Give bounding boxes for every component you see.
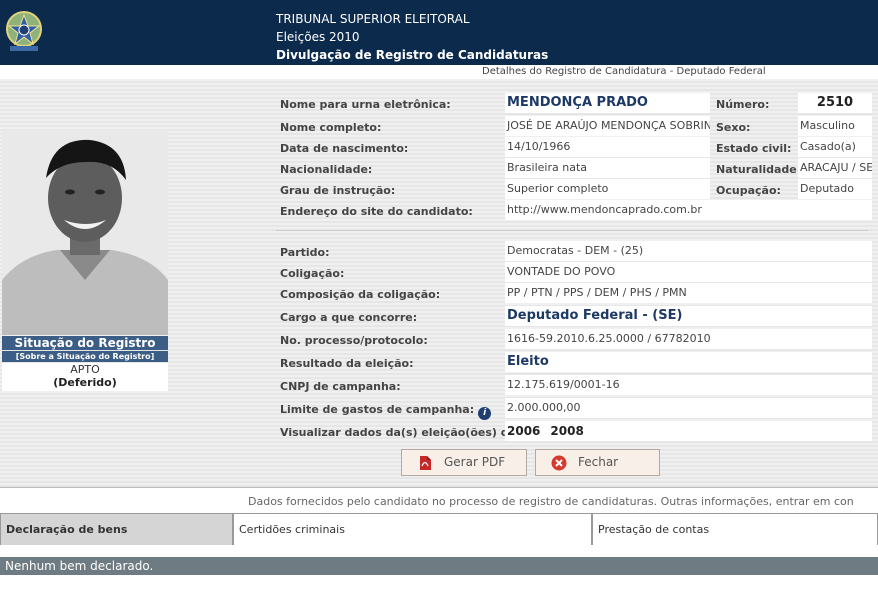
occupation-label: Ocupação: xyxy=(716,184,781,197)
data-source-note: Dados fornecidos pelo candidato no proce… xyxy=(248,495,854,508)
view-elections-label: Visualizar dados da(s) eleição(ões) de: xyxy=(280,426,521,439)
birth-date-value: 14/10/1966 xyxy=(505,137,710,157)
occupation-value: Deputado xyxy=(798,179,872,199)
header-line-1: TRIBUNAL SUPERIOR ELEITORAL xyxy=(276,12,470,26)
sex-value: Masculino xyxy=(798,116,872,136)
registration-status-link[interactable]: [Sobre a Situação do Registro] xyxy=(2,351,168,362)
nationality-value: Brasileira nata xyxy=(505,158,710,178)
full-name-label: Nome completo: xyxy=(280,121,382,134)
no-assets-message: Nenhum bem declarado. xyxy=(0,557,878,575)
header-banner: TRIBUNAL SUPERIOR ELEITORAL Eleições 201… xyxy=(0,0,878,65)
tab-asset-declaration[interactable]: Declaração de bens xyxy=(0,513,233,545)
coalition-composition-value: PP / PTN / PPS / DEM / PHS / PMN xyxy=(505,283,872,303)
election-result-label: Resultado da eleição: xyxy=(280,357,414,370)
election-result-value: Eleito xyxy=(505,352,872,372)
office-value: Deputado Federal - (SE) xyxy=(505,306,872,326)
website-value: http://www.mendoncaprado.com.br xyxy=(505,200,872,220)
full-name-value: JOSÉ DE ARAÚJO MENDONÇA SOBRINHO xyxy=(505,116,710,136)
process-number-label: No. processo/protocolo: xyxy=(280,334,428,347)
nationality-label: Nacionalidade: xyxy=(280,163,373,176)
party-value: Democratas - DEM - (25) xyxy=(505,241,872,261)
close-icon xyxy=(551,455,567,471)
close-label: Fechar xyxy=(578,455,619,469)
registration-status-title: Situação do Registro xyxy=(2,336,168,350)
footer-divider xyxy=(0,487,878,488)
cnpj-label: CNPJ de campanha: xyxy=(280,380,401,393)
ballot-name-value: MENDONÇA PRADO xyxy=(505,93,710,113)
details-tabs: Declaração de bens Certidões criminais P… xyxy=(0,513,878,545)
generate-pdf-label: Gerar PDF xyxy=(444,455,506,469)
spending-limit-label: Limite de gastos de campanha: i xyxy=(280,403,492,420)
tab-criminal-certificates[interactable]: Certidões criminais xyxy=(233,513,592,545)
info-icon[interactable]: i xyxy=(478,407,492,420)
birth-date-label: Data de nascimento: xyxy=(280,142,409,155)
cnpj-value: 12.175.619/0001-16 xyxy=(505,375,872,395)
education-value: Superior completo xyxy=(505,179,710,199)
party-label: Partido: xyxy=(280,246,330,259)
website-label: Endereço do site do candidato: xyxy=(280,205,473,218)
tab-accounts[interactable]: Prestação de contas xyxy=(592,513,878,545)
spending-limit-value: 2.000.000,00 xyxy=(505,398,872,418)
header-line-2: Eleições 2010 xyxy=(276,30,360,44)
birthplace-value: ARACAJU / SE xyxy=(798,158,872,178)
coat-of-arms-icon xyxy=(6,11,42,51)
generate-pdf-button[interactable]: Gerar PDF xyxy=(401,449,527,476)
subtitle-text: Detalhes do Registro de Candidatura - De… xyxy=(482,66,766,77)
registration-status: APTO (Deferido) xyxy=(2,363,168,391)
process-number-value: 1616-59.2010.6.25.0000 / 67782010 xyxy=(505,329,872,349)
close-button[interactable]: Fechar xyxy=(535,449,660,476)
coalition-label: Coligação: xyxy=(280,267,345,280)
header-line-3: Divulgação de Registro de Candidaturas xyxy=(276,48,549,62)
number-label: Número: xyxy=(716,98,770,111)
coalition-composition-label: Composição da coligação: xyxy=(280,288,441,301)
year-link-2006[interactable]: 2006 xyxy=(507,424,540,438)
status-detail: (Deferido) xyxy=(53,376,117,389)
year-link-2008[interactable]: 2008 xyxy=(550,424,583,438)
marital-status-value: Casado(a) xyxy=(798,137,872,157)
pdf-icon xyxy=(420,456,431,470)
candidate-photo xyxy=(2,130,168,335)
coalition-value: VONTADE DO POVO xyxy=(505,262,872,282)
section-divider xyxy=(276,230,868,231)
marital-status-label: Estado civil: xyxy=(716,142,792,155)
number-value: 2510 xyxy=(798,93,872,113)
status-value: APTO xyxy=(70,363,100,376)
election-years: 2006 2008 xyxy=(505,421,872,441)
spending-limit-label-text: Limite de gastos de campanha: xyxy=(280,403,475,416)
ballot-name-label: Nome para urna eletrônica: xyxy=(280,98,451,111)
sex-label: Sexo: xyxy=(716,121,751,134)
office-label: Cargo a que concorre: xyxy=(280,311,418,324)
birthplace-label: Naturalidade: xyxy=(716,163,802,176)
page-subtitle: Detalhes do Registro de Candidatura - De… xyxy=(0,65,878,79)
education-label: Grau de instrução: xyxy=(280,184,396,197)
